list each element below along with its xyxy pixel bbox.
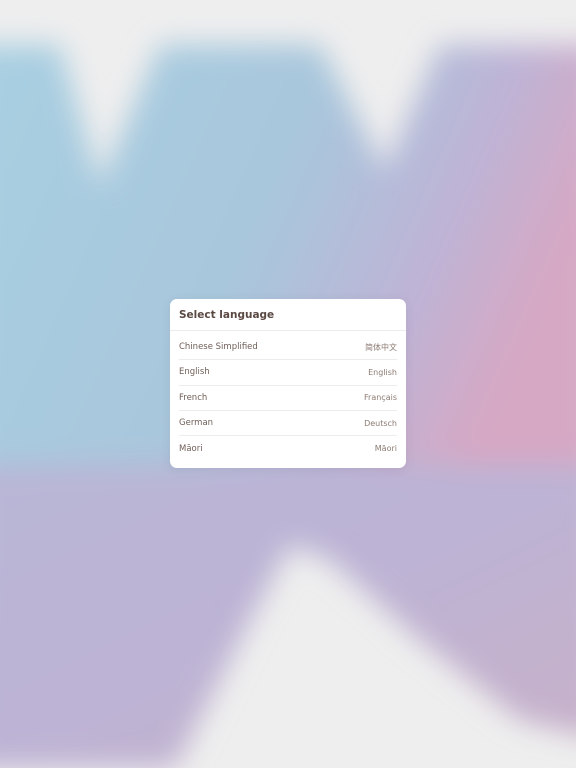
language-option-english[interactable]: English English [179, 360, 397, 386]
language-native-name: Français [364, 393, 397, 403]
language-native-name: Deutsch [364, 418, 397, 428]
language-native-name: English [368, 367, 397, 377]
language-native-name: 简体中文 [365, 342, 397, 352]
language-option-french[interactable]: French Français [179, 386, 397, 411]
language-select-dialog: Select language Chinese Simplified 简体中文 … [170, 299, 406, 468]
language-name: Māori [179, 443, 203, 454]
language-option-german[interactable]: German Deutsch [179, 411, 397, 437]
language-option-chinese-simplified[interactable]: Chinese Simplified 简体中文 [179, 335, 397, 361]
language-native-name: Māori [374, 444, 397, 454]
language-name: French [179, 392, 208, 403]
language-list: Chinese Simplified 简体中文 English English … [170, 331, 406, 461]
language-option-maori[interactable]: Māori Māori [179, 436, 397, 461]
language-name: Chinese Simplified [179, 342, 258, 353]
language-name: English [179, 367, 210, 378]
dialog-title: Select language [170, 299, 406, 331]
language-name: German [179, 418, 214, 429]
